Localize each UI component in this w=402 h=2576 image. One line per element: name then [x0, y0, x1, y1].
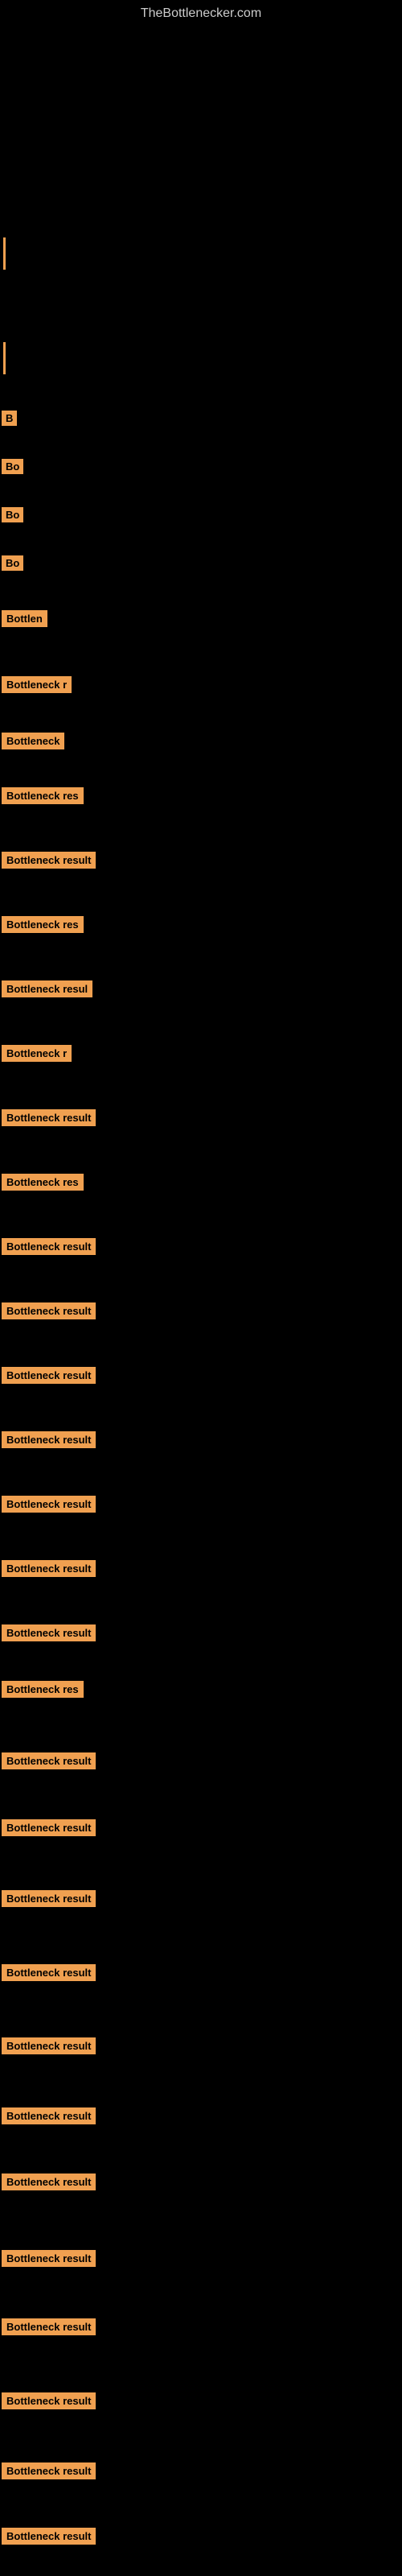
- result-label-4: B: [2, 411, 17, 426]
- result-label-5: Bo: [2, 459, 23, 474]
- result-row-9: Bottleneck r: [2, 676, 72, 693]
- result-label-22: Bottleneck result: [2, 1496, 96, 1513]
- result-label-16: Bottleneck result: [2, 1109, 96, 1126]
- result-row-14: Bottleneck resul: [2, 980, 92, 997]
- vert-line-2: [3, 342, 6, 374]
- result-row-19: Bottleneck result: [2, 1302, 96, 1319]
- result-row-33: Bottleneck result: [2, 2250, 96, 2267]
- result-label-28: Bottleneck result: [2, 1890, 96, 1907]
- result-row-35: Bottleneck result: [2, 2392, 96, 2409]
- result-row-29: Bottleneck result: [2, 1964, 96, 1981]
- result-row-31: Bottleneck result: [2, 2107, 96, 2124]
- result-row-12: Bottleneck result: [2, 852, 96, 869]
- result-label-7: Bo: [2, 555, 23, 571]
- result-row-5: Bo: [2, 459, 23, 474]
- result-label-33: Bottleneck result: [2, 2250, 96, 2267]
- result-label-17: Bottleneck res: [2, 1174, 84, 1191]
- result-row-27: Bottleneck result: [2, 1819, 96, 1836]
- result-row-32: Bottleneck result: [2, 2174, 96, 2190]
- result-row-8: Bottlen: [2, 610, 47, 627]
- result-label-37: Bottleneck result: [2, 2528, 96, 2545]
- result-row-34: Bottleneck result: [2, 2318, 96, 2335]
- result-label-27: Bottleneck result: [2, 1819, 96, 1836]
- result-label-24: Bottleneck result: [2, 1624, 96, 1641]
- result-row-18: Bottleneck result: [2, 1238, 96, 1255]
- result-row-6: Bo: [2, 507, 23, 522]
- result-label-36: Bottleneck result: [2, 2462, 96, 2479]
- result-label-6: Bo: [2, 507, 23, 522]
- result-row-15: Bottleneck r: [2, 1045, 72, 1062]
- result-label-10: Bottleneck: [2, 733, 64, 749]
- result-row-24: Bottleneck result: [2, 1624, 96, 1641]
- result-row-37: Bottleneck result: [2, 2528, 96, 2545]
- site-title-text: TheBottlenecker.com: [141, 6, 261, 20]
- result-row-26: Bottleneck result: [2, 1752, 96, 1769]
- result-label-9: Bottleneck r: [2, 676, 72, 693]
- result-row-30: Bottleneck result: [2, 2037, 96, 2054]
- result-row-11: Bottleneck res: [2, 787, 84, 804]
- result-label-18: Bottleneck result: [2, 1238, 96, 1255]
- result-label-35: Bottleneck result: [2, 2392, 96, 2409]
- result-row-7: Bo: [2, 555, 23, 571]
- result-row-10: Bottleneck: [2, 733, 64, 749]
- result-label-14: Bottleneck resul: [2, 980, 92, 997]
- result-label-30: Bottleneck result: [2, 2037, 96, 2054]
- result-row-36: Bottleneck result: [2, 2462, 96, 2479]
- result-label-19: Bottleneck result: [2, 1302, 96, 1319]
- result-label-31: Bottleneck result: [2, 2107, 96, 2124]
- result-row-13: Bottleneck res: [2, 916, 84, 933]
- result-row-23: Bottleneck result: [2, 1560, 96, 1577]
- result-label-34: Bottleneck result: [2, 2318, 96, 2335]
- vert-line-1: [3, 237, 6, 270]
- result-row-4: B: [2, 411, 17, 426]
- result-label-8: Bottlen: [2, 610, 47, 627]
- site-title: TheBottlenecker.com: [0, 6, 402, 21]
- result-row-20: Bottleneck result: [2, 1367, 96, 1384]
- result-label-23: Bottleneck result: [2, 1560, 96, 1577]
- page-container: TheBottlenecker.com B Bo Bo Bo Bottlen B…: [0, 0, 402, 2576]
- result-label-12: Bottleneck result: [2, 852, 96, 869]
- result-row-25: Bottleneck res: [2, 1681, 84, 1698]
- result-row-28: Bottleneck result: [2, 1890, 96, 1907]
- result-label-32: Bottleneck result: [2, 2174, 96, 2190]
- result-row-16: Bottleneck result: [2, 1109, 96, 1126]
- result-label-15: Bottleneck r: [2, 1045, 72, 1062]
- result-row-17: Bottleneck res: [2, 1174, 84, 1191]
- result-label-13: Bottleneck res: [2, 916, 84, 933]
- result-label-25: Bottleneck res: [2, 1681, 84, 1698]
- result-label-20: Bottleneck result: [2, 1367, 96, 1384]
- result-label-21: Bottleneck result: [2, 1431, 96, 1448]
- result-label-11: Bottleneck res: [2, 787, 84, 804]
- result-label-29: Bottleneck result: [2, 1964, 96, 1981]
- result-row-21: Bottleneck result: [2, 1431, 96, 1448]
- result-label-26: Bottleneck result: [2, 1752, 96, 1769]
- result-row-22: Bottleneck result: [2, 1496, 96, 1513]
